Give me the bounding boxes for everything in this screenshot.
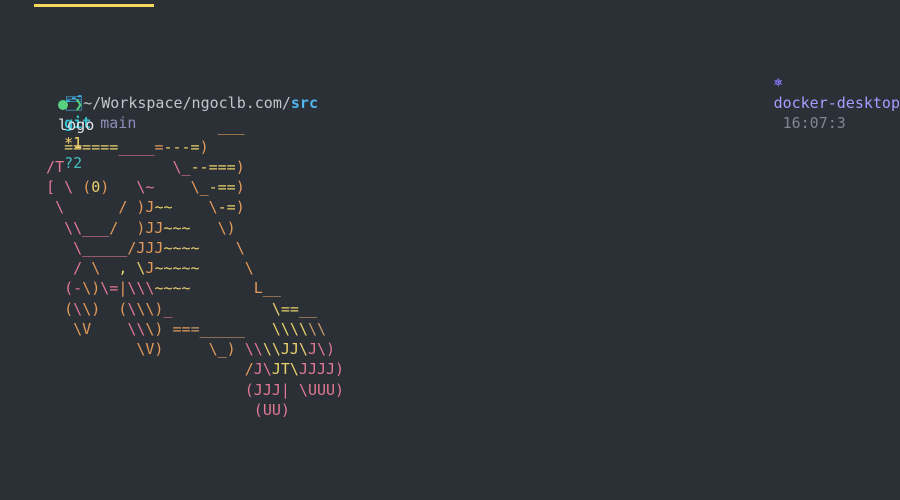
ascii-logo: ___ ======____=---=) /T \_--===) [ \ (0)… — [28, 96, 344, 440]
prompt-right-status: ⎈ docker-desktop 16:07:3 — [737, 52, 900, 153]
kube-context: docker-desktop — [774, 94, 900, 112]
clock-time: 16:07:3 — [783, 114, 846, 132]
kube-icon: ⎈ — [774, 73, 783, 91]
terminal-window: 🗂~/Workspace/ngoclb.com/src git main *1 … — [0, 0, 900, 500]
active-tab-underline — [34, 4, 154, 7]
